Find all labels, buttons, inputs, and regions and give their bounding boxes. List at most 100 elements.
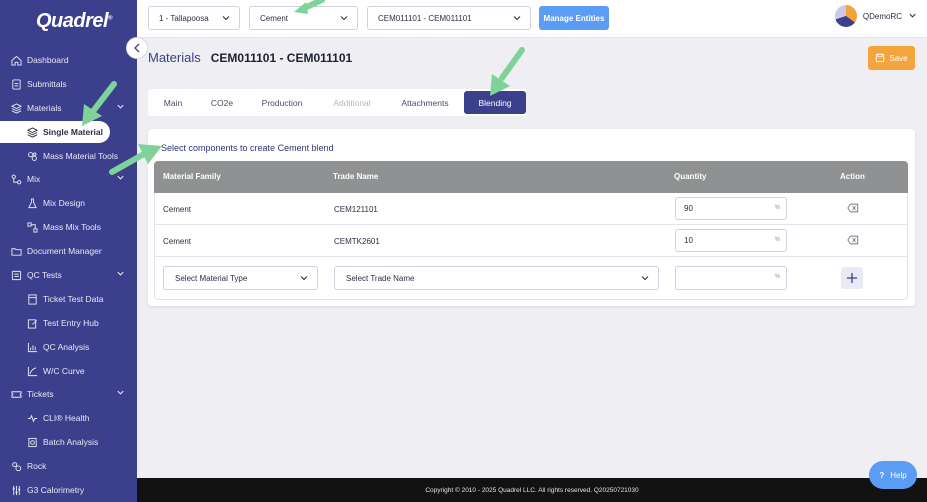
tab-production[interactable]: Production — [246, 89, 318, 116]
avatar — [834, 5, 857, 27]
tab-additional[interactable]: Additional — [318, 89, 386, 116]
material-family-cell: Cement — [163, 237, 192, 246]
sidebar: Quadrel® Dashboard Submittals Materials … — [0, 0, 137, 502]
material-select-value: CEM011101 - CEM011101 — [378, 13, 472, 23]
delete-icon[interactable] — [847, 234, 859, 248]
table-row: Cement CEMTK2601 10 % — [154, 225, 908, 257]
annotation-arrow — [82, 81, 117, 126]
help-label: Help — [890, 470, 907, 480]
material-code: CEM011101 - CEM011101 — [210, 51, 353, 65]
nodes-icon — [26, 221, 38, 233]
material-type-dropdown[interactable]: Select Material Type — [163, 266, 318, 290]
chevron-down-icon — [116, 269, 125, 280]
user-menu[interactable]: QDemoRC — [834, 5, 917, 27]
sidebar-item-label: Dashboard — [27, 55, 69, 65]
save-button[interactable]: Save — [868, 46, 915, 70]
blending-heading: Select components to create Cement blend — [161, 143, 334, 153]
add-component-button[interactable] — [841, 267, 863, 289]
chevron-down-icon — [640, 273, 650, 285]
layers-icon — [10, 102, 22, 114]
quantity-value: 90 — [684, 204, 693, 213]
help-button[interactable]: ? Help — [869, 461, 917, 489]
sidebar-item-label: QC Analysis — [43, 342, 90, 352]
quantity-input[interactable]: 10 % — [675, 229, 787, 252]
plus-icon — [847, 273, 857, 283]
sidebar-item-test-entry-hub[interactable]: Test Entry Hub — [0, 312, 137, 334]
quadrel-logo[interactable]: Quadrel® — [36, 10, 112, 33]
sidebar-item-mix-design[interactable]: Mix Design — [0, 192, 137, 214]
trade-name-dropdown[interactable]: Select Trade Name — [334, 266, 659, 290]
chevron-down-icon — [908, 11, 917, 22]
save-label: Save — [889, 53, 908, 63]
chart-icon — [26, 341, 38, 353]
sidebar-item-label: Rock — [27, 461, 47, 471]
material-select[interactable]: CEM011101 - CEM011101 — [367, 6, 531, 30]
sidebar-item-label: Submittals — [27, 79, 67, 89]
column-trade-name: Trade Name — [333, 172, 379, 181]
column-material-family: Material Family — [163, 172, 221, 181]
chevron-down-icon — [221, 13, 231, 25]
sidebar-item-label: QC Tests — [27, 270, 62, 280]
trade-name-placeholder: Select Trade Name — [346, 273, 415, 283]
calorimetry-icon — [10, 484, 22, 496]
chevron-down-icon — [512, 13, 522, 25]
annotation-arrow — [490, 47, 525, 96]
material-family-cell: Cement — [163, 205, 192, 214]
test-icon — [10, 269, 22, 281]
ticket-icon — [10, 388, 22, 400]
sidebar-item-ticket-test-data[interactable]: Ticket Test Data — [0, 288, 137, 310]
sidebar-item-tickets[interactable]: Tickets — [0, 383, 137, 405]
tab-attachments[interactable]: Attachments — [386, 89, 464, 116]
quantity-input[interactable]: % — [675, 266, 787, 290]
sidebar-item-qc-analysis[interactable]: QC Analysis — [0, 336, 137, 358]
user-name: QDemoRC — [862, 11, 902, 21]
plant-select-value: 1 - Tallapoosa — [159, 13, 209, 23]
trade-name-cell: CEMTK2601 — [334, 237, 380, 246]
percent-unit: % — [774, 237, 780, 243]
sidebar-item-document-manager[interactable]: Document Manager — [0, 240, 137, 262]
tab-main[interactable]: Main — [148, 89, 198, 116]
sidebar-item-wc-curve[interactable]: W/C Curve — [0, 360, 137, 382]
chevron-down-icon — [339, 13, 349, 25]
sidebar-item-label: Mass Material Tools — [43, 151, 118, 161]
tab-bar: Main CO2e Production Additional Attachme… — [148, 89, 526, 116]
material-type-placeholder: Select Material Type — [175, 273, 248, 283]
sidebar-item-rock[interactable]: Rock — [0, 455, 137, 477]
chevron-down-icon — [299, 273, 309, 285]
sidebar-item-label: Mass Mix Tools — [43, 222, 101, 232]
trade-name-cell: CEM121101 — [334, 205, 378, 214]
page-title: Materials CEM011101 - CEM011101 — [148, 50, 352, 65]
sidebar-item-dashboard[interactable]: Dashboard — [0, 49, 137, 71]
sidebar-item-cli-health[interactable]: CLI® Health — [0, 407, 137, 429]
sidebar-item-label: Tickets — [27, 389, 54, 399]
grid-icon — [26, 150, 38, 162]
delete-icon[interactable] — [847, 202, 859, 216]
sidebar-item-label: Ticket Test Data — [43, 294, 104, 304]
sidebar-item-label: Mix Design — [43, 198, 86, 208]
sidebar-item-label: Single Material — [43, 127, 103, 137]
sidebar-item-qc-tests[interactable]: QC Tests — [0, 264, 137, 286]
collapse-sidebar-button[interactable] — [126, 37, 148, 59]
top-bar: 1 - Tallapoosa Cement CEM011101 - CEM011… — [137, 0, 927, 38]
new-component-row: Select Material Type Select Trade Name % — [154, 257, 908, 300]
document-icon — [10, 78, 22, 90]
flask-icon — [26, 197, 38, 209]
quantity-input[interactable]: 90 % — [675, 197, 787, 220]
annotation-arrow — [294, 0, 325, 14]
edit-icon — [26, 317, 38, 329]
breadcrumb[interactable]: Materials — [148, 50, 201, 65]
manage-entities-button[interactable]: Manage Entities — [539, 6, 609, 30]
plant-select[interactable]: 1 - Tallapoosa — [148, 6, 240, 30]
sidebar-item-mass-mix-tools[interactable]: Mass Mix Tools — [0, 216, 137, 238]
percent-unit: % — [774, 274, 780, 280]
ticket-icon — [26, 293, 38, 305]
sidebar-item-label: G3 Calorimetry — [27, 485, 85, 495]
tab-co2e[interactable]: CO2e — [198, 89, 246, 116]
quantity-value: 10 — [684, 236, 693, 245]
sidebar-item-g3-calorimetry[interactable]: G3 Calorimetry — [0, 479, 137, 501]
material-type-value: Cement — [260, 13, 289, 23]
sidebar-item-batch-analysis[interactable]: Batch Analysis — [0, 431, 137, 453]
folder-icon — [10, 245, 22, 257]
footer: Copyright © 2010 - 2025 Quadrel LLC. All… — [137, 478, 927, 502]
column-action: Action — [840, 172, 865, 181]
